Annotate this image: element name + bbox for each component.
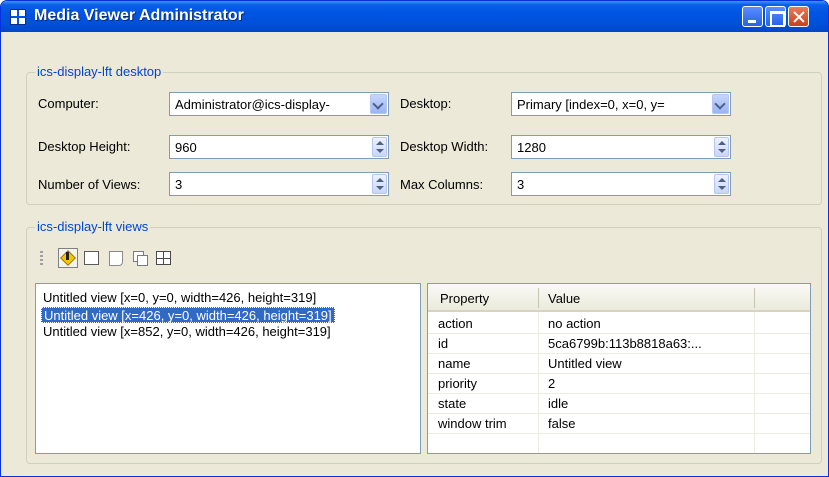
warning-icon[interactable]	[58, 248, 78, 268]
chevron-down-icon[interactable]	[370, 94, 387, 114]
table-row[interactable]: name Untitled view	[428, 354, 810, 374]
list-item-selected[interactable]: Untitled view [x=426, y=0, width=426, he…	[41, 307, 335, 323]
property-name: window trim	[438, 416, 507, 431]
spinner-arrows-icon[interactable]	[714, 174, 729, 194]
views-group-legend: ics-display-lft views	[35, 219, 151, 234]
desktop-group-legend: ics-display-lft desktop	[35, 64, 164, 79]
number-of-views-spinner[interactable]: 3	[169, 172, 389, 196]
stacked-windows-icon[interactable]	[130, 248, 150, 268]
column-header-property[interactable]: Property	[440, 291, 489, 306]
property-name: state	[438, 396, 467, 411]
desktop-width-value: 1280	[517, 140, 546, 155]
spinner-arrows-icon[interactable]	[372, 137, 387, 157]
computer-select[interactable]: Administrator@ics-display-	[169, 92, 389, 116]
grid-icon[interactable]	[154, 248, 174, 268]
grid-shape	[156, 251, 171, 265]
chevron-down-icon[interactable]	[712, 94, 729, 114]
computer-label: Computer:	[38, 96, 99, 111]
column-header-value[interactable]: Value	[548, 291, 580, 306]
property-value: no action	[548, 316, 601, 331]
maximize-button[interactable]	[765, 6, 786, 27]
desktop-width-spinner[interactable]: 1280	[511, 135, 731, 159]
minimize-button[interactable]	[742, 6, 763, 27]
property-name: id	[438, 336, 449, 351]
desktop-width-label: Desktop Width:	[400, 139, 489, 154]
page-icon[interactable]	[106, 248, 126, 268]
window-title: Media Viewer Administrator	[34, 7, 244, 24]
table-row[interactable]: id 5ca6799b:113b8818a63:...	[428, 334, 810, 354]
desktop-height-value: 960	[175, 140, 197, 155]
property-name: action	[438, 316, 473, 331]
property-name: name	[438, 356, 471, 371]
desktop-select[interactable]: Primary [index=0, x=0, y=	[511, 92, 731, 116]
spinner-arrows-icon[interactable]	[372, 174, 387, 194]
property-value: 2	[548, 376, 556, 391]
max-columns-spinner[interactable]: 3	[511, 172, 731, 196]
property-value: 5ca6799b:113b8818a63:...	[548, 336, 702, 351]
views-list[interactable]: Untitled view [x=0, y=0, width=426, heig…	[35, 283, 421, 454]
property-value: Untitled view	[548, 356, 622, 371]
computer-select-value: Administrator@ics-display-	[175, 97, 330, 112]
desktop-select-value: Primary [index=0, x=0, y=	[517, 97, 665, 112]
warning-mark	[66, 252, 69, 260]
stack-front	[137, 255, 148, 266]
max-columns-value: 3	[517, 177, 525, 192]
number-of-views-value: 3	[175, 177, 183, 192]
square-icon[interactable]	[82, 248, 102, 268]
app-window: Media Viewer Administrator ics-display-l…	[0, 0, 829, 477]
list-item[interactable]: Untitled view [x=852, y=0, width=426, he…	[41, 324, 333, 340]
column-separator[interactable]	[538, 288, 539, 308]
max-columns-label: Max Columns:	[400, 177, 484, 192]
table-row[interactable]: priority 2	[428, 374, 810, 394]
table-row-empty	[428, 434, 810, 453]
page-shape	[109, 251, 123, 266]
list-item[interactable]: Untitled view [x=0, y=0, width=426, heig…	[41, 290, 318, 306]
title-bar[interactable]: Media Viewer Administrator	[1, 1, 828, 32]
app-icon	[10, 9, 26, 25]
column-separator[interactable]	[754, 288, 755, 308]
views-toolbar	[35, 246, 235, 272]
number-of-views-label: Number of Views:	[38, 177, 141, 192]
desktop-height-spinner[interactable]: 960	[169, 135, 389, 159]
desktop-label: Desktop:	[400, 96, 452, 111]
property-name: priority	[438, 376, 478, 391]
properties-header: Property Value	[428, 284, 810, 312]
property-value: false	[548, 416, 576, 431]
close-button[interactable]	[788, 6, 809, 27]
properties-table[interactable]: Property Value action no action id 5ca67…	[427, 283, 811, 454]
toolbar-grip[interactable]	[40, 251, 43, 267]
square-shape	[84, 251, 99, 265]
table-row[interactable]: window trim false	[428, 414, 810, 434]
desktop-height-label: Desktop Height:	[38, 139, 131, 154]
table-row[interactable]: state idle	[428, 394, 810, 414]
property-value: idle	[548, 396, 569, 411]
spinner-arrows-icon[interactable]	[714, 137, 729, 157]
table-row[interactable]: action no action	[428, 314, 810, 334]
